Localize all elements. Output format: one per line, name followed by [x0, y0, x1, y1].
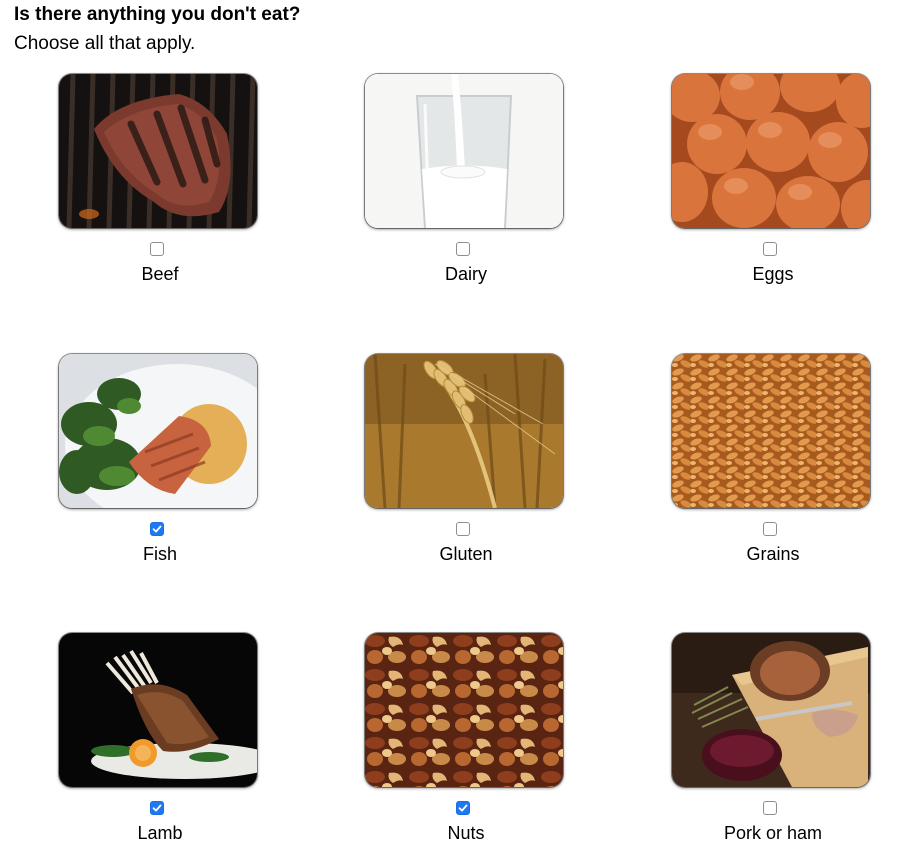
brown-eggs-photo-graphic [672, 74, 870, 228]
fish-label: Fish [142, 544, 177, 564]
lamb-rack-photo[interactable] [59, 633, 257, 787]
dairy-checkbox[interactable] [456, 242, 470, 256]
option-lamb[interactable]: Lamb [57, 633, 263, 853]
food-options-grid: Beef Dairy Eggs Fish Gluten Grains Lamb … [0, 0, 900, 859]
nuts-label: Nuts [447, 823, 485, 843]
fish-checkbox[interactable] [150, 522, 164, 536]
checkmark-icon [458, 804, 468, 812]
beef-steak-photo[interactable] [59, 74, 257, 228]
option-nuts[interactable]: Nuts [363, 633, 569, 853]
salmon-plate-photo-graphic [59, 354, 257, 508]
milk-glass-photo-graphic [365, 74, 563, 228]
brown-eggs-photo[interactable] [672, 74, 870, 228]
option-gluten[interactable]: Gluten [363, 354, 569, 574]
checkmark-icon [152, 525, 162, 533]
roast-pork-photo-graphic [672, 633, 870, 787]
beef-label: Beef [141, 264, 179, 284]
option-grains[interactable]: Grains [670, 354, 876, 574]
grains-label: Grains [746, 544, 800, 564]
milk-glass-photo[interactable] [365, 74, 563, 228]
option-dairy[interactable]: Dairy [363, 74, 569, 294]
eggs-checkbox[interactable] [763, 242, 777, 256]
beef-steak-photo-graphic [59, 74, 257, 228]
oat-grains-photo-graphic [672, 354, 870, 508]
beef-checkbox[interactable] [150, 242, 164, 256]
eggs-label: Eggs [752, 264, 794, 284]
salmon-plate-photo[interactable] [59, 354, 257, 508]
gluten-checkbox[interactable] [456, 522, 470, 536]
lamb-label: Lamb [137, 823, 183, 843]
option-eggs[interactable]: Eggs [670, 74, 876, 294]
option-beef[interactable]: Beef [57, 74, 263, 294]
dairy-label: Dairy [444, 264, 487, 284]
lamb-checkbox[interactable] [150, 801, 164, 815]
mixed-nuts-photo-graphic [365, 633, 563, 787]
roast-pork-photo[interactable] [672, 633, 870, 787]
lamb-rack-photo-graphic [59, 633, 257, 787]
wheat-field-photo[interactable] [365, 354, 563, 508]
pork-or-ham-checkbox[interactable] [763, 801, 777, 815]
grains-checkbox[interactable] [763, 522, 777, 536]
mixed-nuts-photo[interactable] [365, 633, 563, 787]
nuts-checkbox[interactable] [456, 801, 470, 815]
gluten-label: Gluten [439, 544, 493, 564]
option-pork-or-ham[interactable]: Pork or ham [670, 633, 876, 853]
pork-or-ham-label: Pork or ham [723, 823, 823, 843]
wheat-field-photo-graphic [365, 354, 563, 508]
oat-grains-photo[interactable] [672, 354, 870, 508]
option-fish[interactable]: Fish [57, 354, 263, 574]
checkmark-icon [152, 804, 162, 812]
